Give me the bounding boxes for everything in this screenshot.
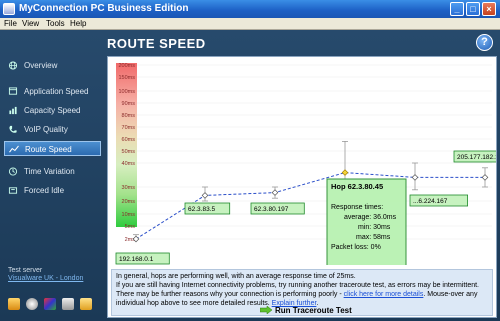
sidebar-item-time-variation[interactable]: Time Variation xyxy=(4,164,101,179)
minimize-button[interactable]: _ xyxy=(450,2,464,16)
data-point xyxy=(341,169,349,176)
tooltip-packet-loss: Packet loss: 0% xyxy=(331,244,381,251)
y-tick-label: 30ms xyxy=(122,185,136,191)
sidebar-item-label: VoIP Quality xyxy=(24,125,68,134)
sidebar: Overview Application Speed Capacity Spee… xyxy=(0,30,105,321)
menu-view[interactable]: View xyxy=(22,19,39,28)
menu-bar: File View Tools Help xyxy=(0,18,500,30)
application-icon xyxy=(8,87,18,95)
arrow-right-icon xyxy=(260,306,272,314)
folder-icon[interactable] xyxy=(80,298,92,310)
hop-labels: 192.168.0.1 62.3.83.5 62.3.80.197 ...6.224.… xyxy=(115,150,496,265)
y-tick-labels: 200ms 150ms 100ms 90ms 80ms 70ms 60ms 50ms 40ms 3… xyxy=(118,63,135,243)
info-text: individual hop above to see more detaile… xyxy=(116,300,272,307)
hop-tooltip: Hop 62.3.80.45 Response times: average: … xyxy=(326,178,407,265)
sidebar-item-label: Capacity Speed xyxy=(24,106,81,115)
sidebar-item-route-speed[interactable]: Route Speed xyxy=(4,141,101,156)
test-server-label: Test server xyxy=(8,267,43,274)
idle-icon xyxy=(8,187,18,194)
info-text: . Mouse-over any xyxy=(423,291,478,298)
globe-icon xyxy=(8,61,18,70)
gauge-icon[interactable] xyxy=(26,298,38,310)
tooltip-average: average: 36.0ms xyxy=(344,214,397,221)
sidebar-item-label: Forced Idle xyxy=(24,186,65,195)
sidebar-item-label: Overview xyxy=(24,61,58,70)
tooltip-response-label: Response times: xyxy=(331,204,383,211)
hop-label: 192.168.0.1 xyxy=(119,256,154,263)
data-point xyxy=(481,174,489,181)
y-tick-label: 90ms xyxy=(122,101,136,107)
run-traceroute-button[interactable]: Run Traceroute Test xyxy=(260,306,352,315)
document-icon[interactable] xyxy=(62,298,74,310)
info-line-3: There may be further reasons why your co… xyxy=(116,290,488,299)
hop-label: 62.3.80.197 xyxy=(254,206,289,213)
error-bars xyxy=(133,141,488,240)
y-tick-label: 150ms xyxy=(118,75,135,81)
sidebar-item-voip-quality[interactable]: VoIP Quality xyxy=(4,122,101,137)
y-tick-label: 50ms xyxy=(122,149,136,155)
sidebar-item-label: Application Speed xyxy=(24,87,89,96)
y-tick-label: 70ms xyxy=(122,125,136,131)
info-text: There may be further reasons why your co… xyxy=(116,291,344,298)
main-panel: 200ms 150ms 100ms 90ms 80ms 70ms 60ms 50ms 40ms 3… xyxy=(107,56,497,318)
info-line-1: In general, hops are performing well, wi… xyxy=(116,273,356,280)
info-line-2: If you are still having Internet connect… xyxy=(116,282,480,289)
app-body: Overview Application Speed Capacity Spee… xyxy=(0,30,500,321)
run-traceroute-label: Run Traceroute Test xyxy=(275,306,352,315)
close-button[interactable]: × xyxy=(482,2,496,16)
menu-file[interactable]: File xyxy=(4,19,17,28)
test-server: Test server Visualware UK - London xyxy=(8,267,83,282)
sidebar-item-overview[interactable]: Overview xyxy=(4,58,101,73)
hop-label: 205.177.182.164 xyxy=(457,154,496,161)
title-bar: MyConnection PC Business Edition _ □ × xyxy=(0,0,500,18)
window-title: MyConnection PC Business Edition xyxy=(19,3,189,14)
maximize-button[interactable]: □ xyxy=(466,2,480,16)
more-details-link[interactable]: click here for more details xyxy=(344,291,424,298)
data-point xyxy=(411,174,419,181)
y-tick-label: 200ms xyxy=(118,63,135,69)
page-title: ROUTE SPEED xyxy=(107,36,206,51)
route-icon xyxy=(9,145,19,153)
capacity-icon xyxy=(9,106,17,115)
help-icon[interactable]: ? xyxy=(476,34,493,51)
sidebar-item-label: Time Variation xyxy=(24,167,75,176)
clock-icon xyxy=(8,167,18,176)
hop-label: 62.3.83.5 xyxy=(188,206,215,213)
data-point xyxy=(201,192,209,199)
y-tick-label: 100ms xyxy=(118,89,135,95)
hop-label: ...6.224.167 xyxy=(413,198,448,205)
network-icon[interactable] xyxy=(44,298,56,310)
y-tick-label: 40ms xyxy=(122,161,136,167)
y-tick-label: 60ms xyxy=(122,137,136,143)
menu-help[interactable]: Help xyxy=(70,19,86,28)
y-tick-label: 20ms xyxy=(122,199,136,205)
page-header: ROUTE SPEED ? xyxy=(107,32,497,54)
y-tick-label: 5ms xyxy=(125,224,136,230)
tooltip-max: max: 58ms xyxy=(356,234,391,241)
sidebar-item-application-speed[interactable]: Application Speed xyxy=(4,84,101,99)
menu-tools[interactable]: Tools xyxy=(46,19,65,28)
route-speed-chart: 200ms 150ms 100ms 90ms 80ms 70ms 60ms 50ms 40ms 3… xyxy=(115,63,496,265)
test-server-link[interactable]: Visualware UK - London xyxy=(8,275,83,282)
sidebar-item-capacity-speed[interactable]: Capacity Speed xyxy=(4,103,101,118)
y-tick-label: 2ms xyxy=(125,237,136,243)
mail-icon[interactable] xyxy=(8,298,20,310)
tooltip-title: Hop 62.3.80.45 xyxy=(331,182,383,191)
y-tick-label: 80ms xyxy=(122,113,136,119)
sidebar-item-label: Route Speed xyxy=(25,145,72,154)
y-tick-label: 10ms xyxy=(122,212,136,218)
tooltip-min: min: 30ms xyxy=(358,224,391,231)
info-panel: In general, hops are performing well, wi… xyxy=(111,269,493,316)
voip-icon xyxy=(9,125,17,133)
app-icon xyxy=(3,3,15,15)
data-point xyxy=(271,189,279,196)
sidebar-item-forced-idle[interactable]: Forced Idle xyxy=(4,183,101,198)
